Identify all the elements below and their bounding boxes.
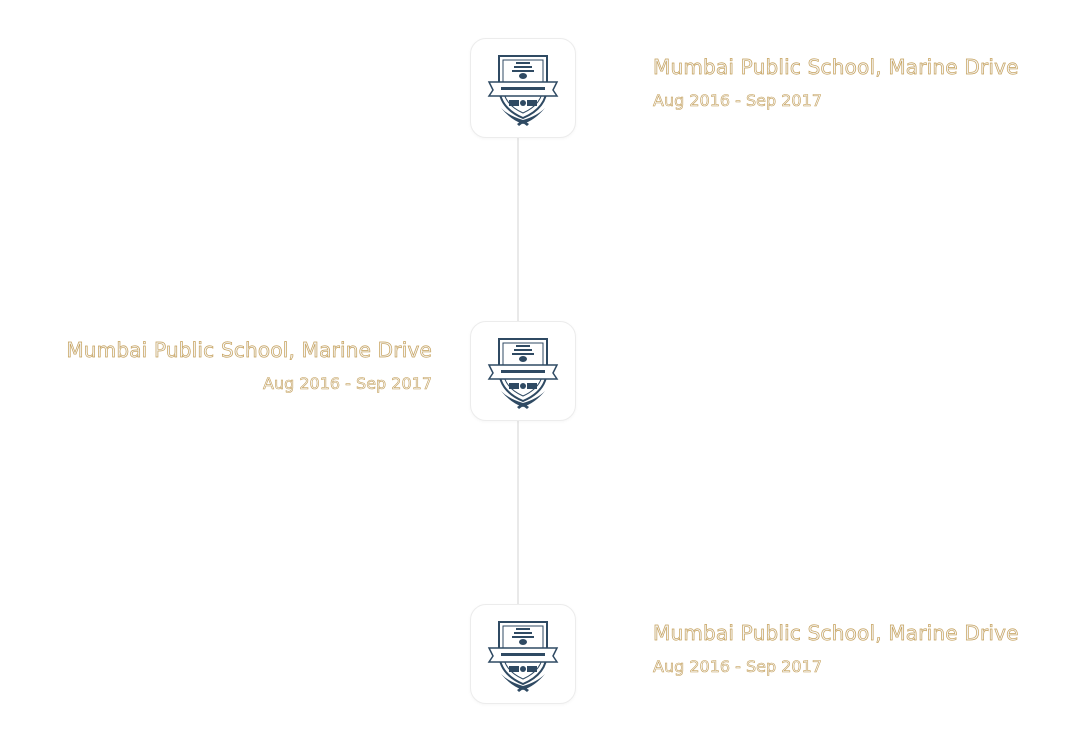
school-dates: Aug 2016 - Sep 2017 [653, 657, 823, 677]
entry-text: Mumbai Public School, Marine Drive Aug 2… [653, 54, 1019, 111]
timeline-entry: Mumbai Public School, Marine Drive Aug 2… [0, 321, 1080, 421]
entry-text: Mumbai Public School, Marine Drive Aug 2… [653, 620, 1019, 677]
school-crest-icon [487, 338, 559, 409]
school-name: Mumbai Public School, Marine Drive [66, 338, 432, 363]
school-logo-tile [470, 321, 576, 421]
school-name: Mumbai Public School, Marine Drive [653, 55, 1019, 80]
timeline-entry: Mumbai Public School, Marine Drive Aug 2… [0, 604, 1080, 704]
school-name: Mumbai Public School, Marine Drive [653, 621, 1019, 646]
school-crest-icon [487, 55, 559, 126]
school-dates: Aug 2016 - Sep 2017 [653, 91, 823, 111]
timeline-entry: Mumbai Public School, Marine Drive Aug 2… [0, 38, 1080, 138]
school-logo-tile [470, 38, 576, 138]
school-crest-icon [487, 621, 559, 692]
school-dates: Aug 2016 - Sep 2017 [263, 374, 433, 394]
school-logo-tile [470, 604, 576, 704]
entry-text: Mumbai Public School, Marine Drive Aug 2… [66, 337, 432, 394]
